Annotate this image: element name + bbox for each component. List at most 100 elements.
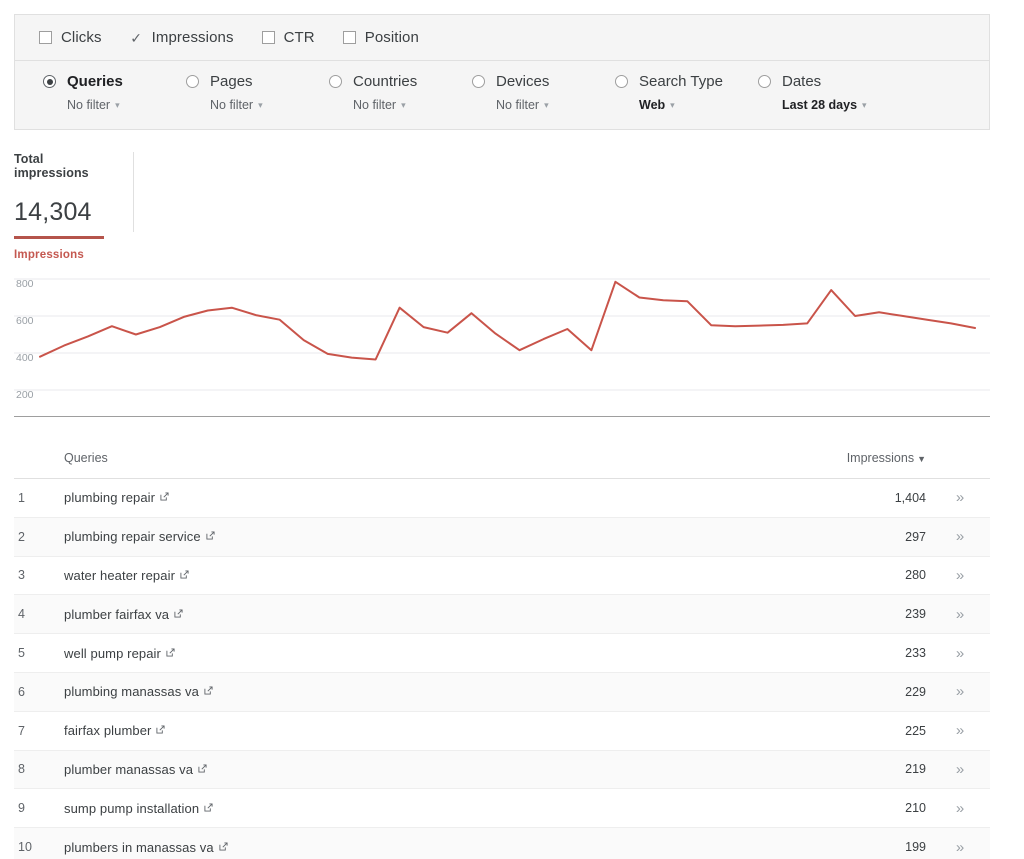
svg-text:800: 800 — [16, 278, 34, 290]
metric-toggle-ctr[interactable]: CTR — [262, 29, 315, 46]
dimension-devices[interactable]: Devices No filter▾ — [472, 73, 615, 112]
metric-toggle-impressions[interactable]: ✓Impressions — [130, 29, 234, 46]
dimension-filter-dropdown[interactable]: Last 28 days▾ — [782, 98, 901, 112]
dimension-pages[interactable]: Pages No filter▾ — [186, 73, 329, 112]
table-row[interactable]: 7fairfax plumber225 » — [14, 712, 990, 751]
external-link-icon[interactable] — [204, 686, 213, 698]
radio-selected-icon[interactable] — [43, 75, 56, 88]
dimension-filter-value: No filter — [67, 98, 110, 112]
checkbox-empty-icon[interactable] — [262, 31, 275, 44]
radio-empty-icon[interactable] — [186, 75, 199, 88]
table-row[interactable]: 8plumber manassas va219» — [14, 751, 990, 790]
table-header-row: Queries Impressions▼ — [14, 437, 990, 479]
dimension-filter-value: Web — [639, 98, 665, 112]
table-row[interactable]: 2plumbing repair service297» — [14, 518, 990, 557]
chevron-down-icon: ▾ — [544, 100, 549, 111]
radio-empty-icon[interactable] — [758, 75, 771, 88]
expand-row-icon[interactable]: » — [956, 722, 964, 739]
external-link-icon[interactable] — [219, 842, 228, 854]
row-impressions: 225 — [820, 724, 930, 738]
dimension-filter-dropdown[interactable]: No filter▾ — [210, 98, 329, 112]
external-link-icon[interactable] — [204, 803, 213, 815]
dimension-header[interactable]: Dates — [758, 73, 901, 90]
metric-toggle-clicks[interactable]: Clicks — [39, 29, 102, 46]
dimension-header[interactable]: Search Type — [615, 73, 758, 90]
table-header-impressions[interactable]: Impressions▼ — [820, 451, 930, 465]
table-row[interactable]: 1plumbing repair1,404» — [14, 479, 990, 518]
chevron-down-icon: ▾ — [115, 100, 120, 111]
impressions-line-chart[interactable]: 800600400200 — [14, 266, 990, 416]
metric-label: CTR — [284, 29, 315, 46]
metric-label: Clicks — [61, 29, 102, 46]
radio-empty-icon[interactable] — [615, 75, 628, 88]
checkbox-empty-icon[interactable] — [39, 31, 52, 44]
external-link-icon[interactable] — [206, 531, 215, 543]
dimension-filter-dropdown[interactable]: No filter ▾ — [67, 98, 186, 112]
row-rank: 6 — [14, 685, 64, 699]
dimension-header[interactable]: Queries — [43, 73, 186, 90]
expand-row-icon[interactable]: » — [956, 839, 964, 856]
row-query-cell: fairfax plumber — [64, 723, 820, 738]
dimension-filter-dropdown[interactable]: No filter▾ — [353, 98, 472, 112]
dimension-header[interactable]: Pages — [186, 73, 329, 90]
expand-row-icon[interactable]: » — [956, 528, 964, 545]
external-link-icon[interactable] — [180, 570, 189, 582]
summary-section: Total impressions 14,304 — [14, 152, 990, 232]
radio-empty-icon[interactable] — [472, 75, 485, 88]
row-query-text: well pump repair — [64, 646, 161, 661]
dimension-filter-dropdown[interactable]: No filter▾ — [496, 98, 615, 112]
expand-row-icon[interactable]: » — [956, 606, 964, 623]
total-impressions-card[interactable]: Total impressions 14,304 — [14, 152, 134, 232]
external-link-icon[interactable] — [160, 492, 169, 504]
dimension-title: Devices — [496, 73, 549, 90]
row-actions-cell: » — [930, 490, 990, 505]
row-impressions: 233 — [820, 646, 930, 660]
radio-empty-icon[interactable] — [329, 75, 342, 88]
row-query-cell: water heater repair — [64, 568, 820, 583]
dimension-header[interactable]: Devices — [472, 73, 615, 90]
external-link-icon[interactable] — [174, 609, 183, 621]
row-actions-cell: » — [930, 646, 990, 661]
dimension-countries[interactable]: Countries No filter▾ — [329, 73, 472, 112]
checkbox-empty-icon[interactable] — [343, 31, 356, 44]
row-actions-cell: » — [930, 723, 990, 738]
table-row[interactable]: 5well pump repair233» — [14, 634, 990, 673]
table-header-queries[interactable]: Queries — [64, 451, 820, 465]
row-query-text: water heater repair — [64, 568, 175, 583]
expand-row-icon[interactable]: » — [956, 489, 964, 506]
row-rank: 8 — [14, 762, 64, 776]
row-query-cell: plumbing manassas va — [64, 684, 820, 699]
row-impressions: 239 — [820, 607, 930, 621]
expand-row-icon[interactable]: » — [956, 683, 964, 700]
table-row[interactable]: 10plumbers in manassas va199» — [14, 828, 990, 859]
dimension-title: Countries — [353, 73, 417, 90]
table-row[interactable]: 6plumbing manassas va229» — [14, 673, 990, 712]
external-link-icon[interactable] — [156, 725, 165, 737]
dimension-filter-bar: QueriesNo filter▾PagesNo filter▾Countrie… — [14, 60, 990, 130]
dimension-header[interactable]: Countries — [329, 73, 472, 90]
dimension-filter-dropdown[interactable]: Web▾ — [639, 98, 758, 112]
expand-row-icon[interactable]: » — [956, 761, 964, 778]
external-link-icon[interactable] — [198, 764, 207, 776]
table-row[interactable]: 9sump pump installation210» — [14, 789, 990, 828]
svg-text:600: 600 — [16, 315, 34, 327]
expand-row-icon[interactable]: » — [956, 800, 964, 817]
row-rank: 1 — [14, 491, 64, 505]
dimension-search-type[interactable]: Search Type Web▾ — [615, 73, 758, 112]
table-row[interactable]: 4plumber fairfax va239» — [14, 595, 990, 634]
row-rank: 10 — [14, 840, 64, 854]
dimension-title: Pages — [210, 73, 253, 90]
dimension-title: Queries — [67, 73, 123, 90]
dimension-dates[interactable]: Dates Last 28 days▾ — [758, 73, 901, 112]
row-actions-cell: » — [930, 529, 990, 544]
metric-toggle-position[interactable]: Position — [343, 29, 419, 46]
total-impressions-value: 14,304 — [14, 198, 105, 227]
table-row[interactable]: 3water heater repair280» — [14, 557, 990, 596]
row-query-cell: sump pump installation — [64, 801, 820, 816]
svg-text:400: 400 — [16, 352, 34, 364]
dimension-queries[interactable]: Queries No filter ▾ — [43, 73, 186, 112]
row-rank: 7 — [14, 724, 64, 738]
external-link-icon[interactable] — [166, 648, 175, 660]
expand-row-icon[interactable]: » — [956, 645, 964, 662]
expand-row-icon[interactable]: » — [956, 567, 964, 584]
